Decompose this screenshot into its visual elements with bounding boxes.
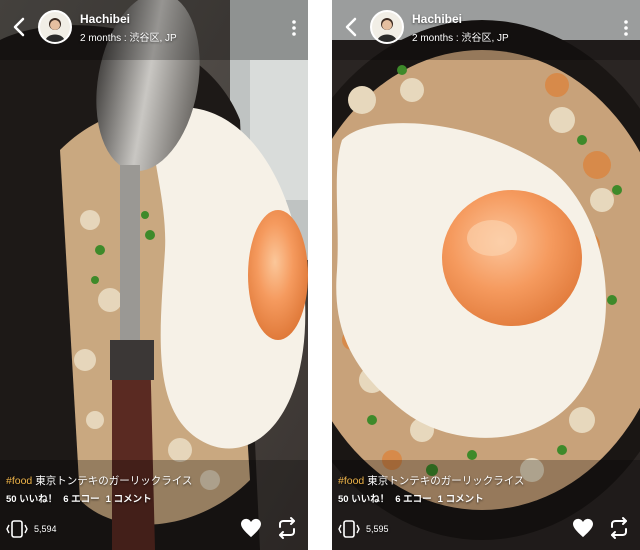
post-screen-1: Hachibei 2 months : 渋谷区, JP #food 東京トンテキ… — [0, 0, 308, 550]
more-vertical-icon[interactable] — [620, 18, 632, 38]
phone-views-icon — [6, 520, 28, 538]
post-caption: #food 東京トンテキのガーリックライス — [338, 473, 524, 488]
chevron-left-icon[interactable] — [10, 16, 30, 38]
post-time: 2 months — [412, 33, 454, 44]
post-location: 渋谷区, JP — [129, 33, 177, 44]
post-header: Hachibei 2 months : 渋谷区, JP — [0, 0, 308, 60]
likes-count[interactable]: 50 いいね！ — [6, 494, 57, 505]
comments-count[interactable]: 1 コメント — [106, 494, 152, 505]
views-count: 5,594 — [34, 524, 57, 534]
post-location: 渋谷区, JP — [461, 33, 509, 44]
avatar[interactable] — [38, 10, 72, 44]
heart-icon[interactable] — [572, 518, 594, 538]
repost-arrows-icon[interactable] — [275, 516, 299, 540]
post-time: 2 months — [80, 33, 122, 44]
caption-text: 東京トンテキのガーリックライス — [364, 475, 525, 487]
caption-text: 東京トンテキのガーリックライス — [32, 475, 193, 487]
likes-count[interactable]: 50 いいね！ — [338, 494, 389, 505]
avatar[interactable] — [370, 10, 404, 44]
repost-arrows-icon[interactable] — [607, 516, 631, 540]
post-meta: 2 months : 渋谷区, JP — [80, 33, 177, 44]
echoes-count[interactable]: 6 エコー — [63, 494, 99, 505]
post-stats: 50 いいね！ 6 エコー 1 コメント — [6, 491, 158, 505]
comments-count[interactable]: 1 コメント — [438, 494, 484, 505]
username[interactable]: Hachibei — [80, 12, 130, 26]
views-counter: 5,594 — [6, 518, 57, 540]
food-photo — [0, 0, 308, 550]
username[interactable]: Hachibei — [412, 12, 462, 26]
chevron-left-icon[interactable] — [342, 16, 362, 38]
phone-views-icon — [338, 520, 360, 538]
echoes-count[interactable]: 6 エコー — [395, 494, 431, 505]
post-stats: 50 いいね！ 6 エコー 1 コメント — [338, 491, 490, 505]
post-caption: #food 東京トンテキのガーリックライス — [6, 473, 192, 488]
post-meta: 2 months : 渋谷区, JP — [412, 33, 509, 44]
post-header: Hachibei 2 months : 渋谷区, JP — [332, 0, 640, 60]
more-vertical-icon[interactable] — [288, 18, 300, 38]
heart-icon[interactable] — [240, 518, 262, 538]
hashtag-link[interactable]: #food — [338, 475, 364, 487]
hashtag-link[interactable]: #food — [6, 475, 32, 487]
views-count: 5,595 — [366, 524, 389, 534]
post-screen-2: Hachibei 2 months : 渋谷区, JP #food 東京トンテキ… — [332, 0, 640, 550]
food-photo — [332, 0, 640, 550]
views-counter: 5,595 — [338, 518, 389, 540]
